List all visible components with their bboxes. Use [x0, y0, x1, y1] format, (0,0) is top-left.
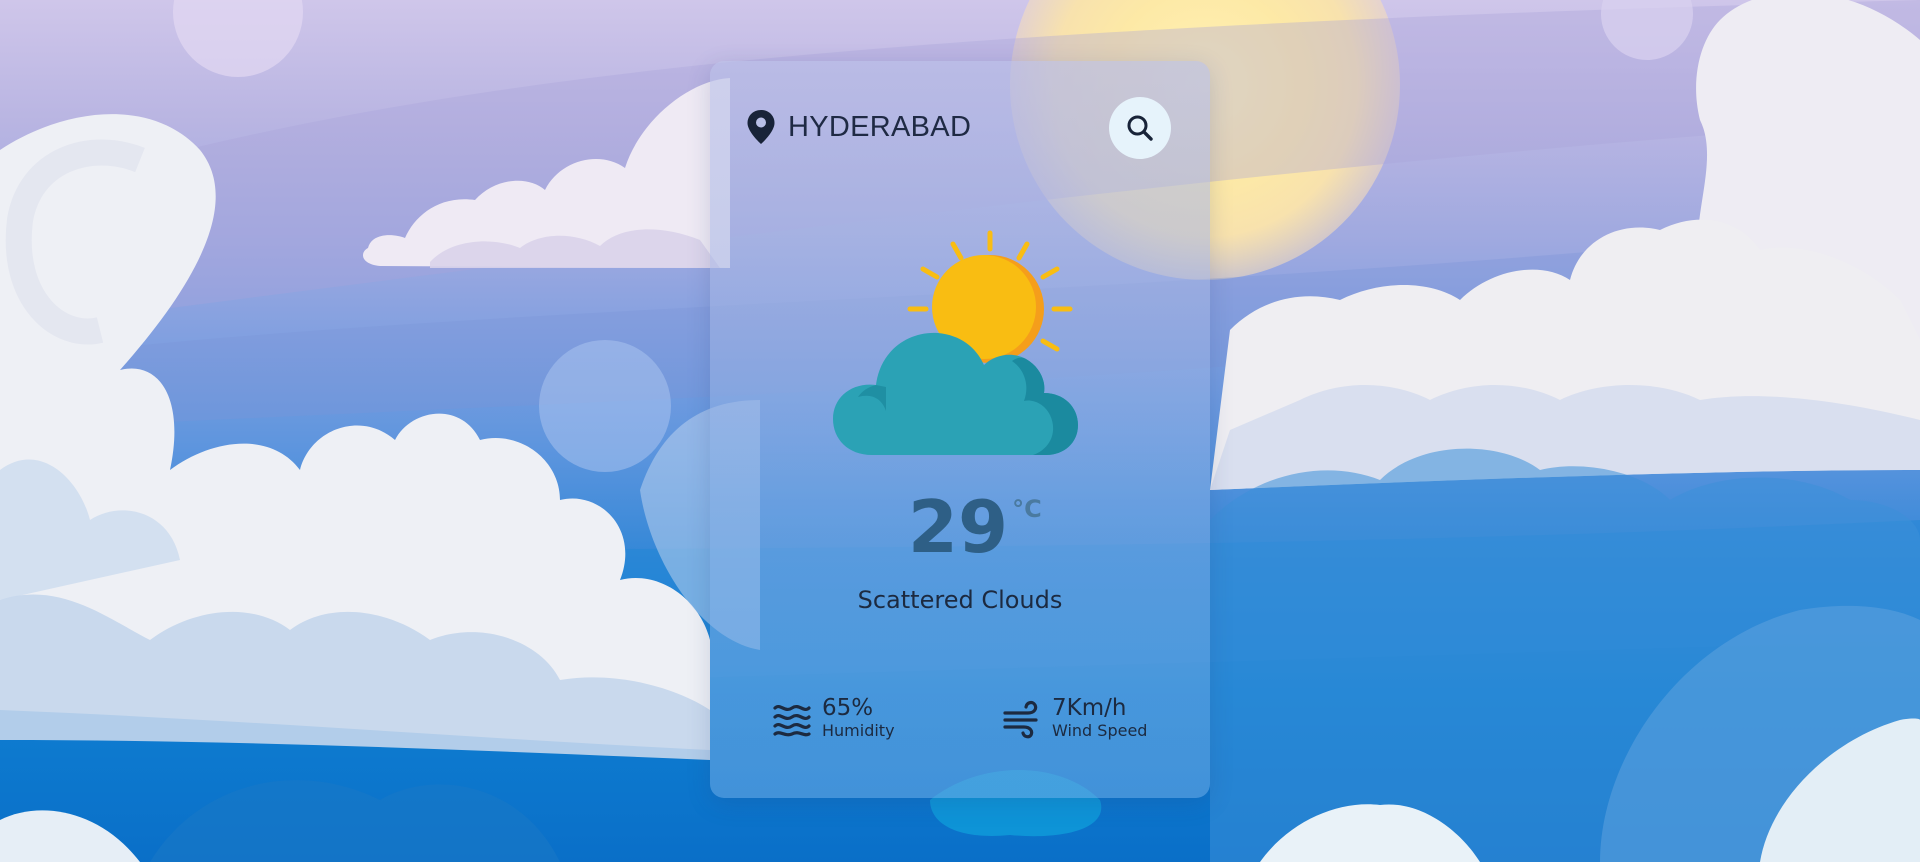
city-name: HYDERABAD [788, 110, 972, 143]
wind-speed-label: Wind Speed [1052, 721, 1148, 741]
weather-card: HYDERABAD 29 °C Scattered Clouds 65% Hum… [710, 61, 1210, 798]
sun-behind-cloud-icon [833, 230, 1078, 455]
temperature-block: 29 °C [710, 491, 1210, 563]
humidity-waves-icon [773, 704, 811, 736]
search-button[interactable] [1109, 97, 1171, 159]
wind-speed-stat: 7Km/h Wind Speed [1002, 695, 1147, 742]
search-icon [1127, 115, 1153, 141]
temperature-value: 29 °C [908, 491, 1042, 563]
weather-condition: Scattered Clouds [857, 586, 1063, 614]
location-header: HYDERABAD [746, 109, 971, 145]
humidity-label: Humidity [822, 721, 895, 741]
humidity-stat: 65% Humidity [772, 695, 895, 742]
temperature-unit: °C [1012, 495, 1042, 523]
wind-speed-value: 7Km/h [1052, 695, 1127, 721]
map-pin-icon [747, 110, 775, 144]
temperature-number: 29 [907, 485, 1009, 569]
wind-icon [1003, 700, 1038, 738]
humidity-value: 65% [822, 695, 874, 721]
